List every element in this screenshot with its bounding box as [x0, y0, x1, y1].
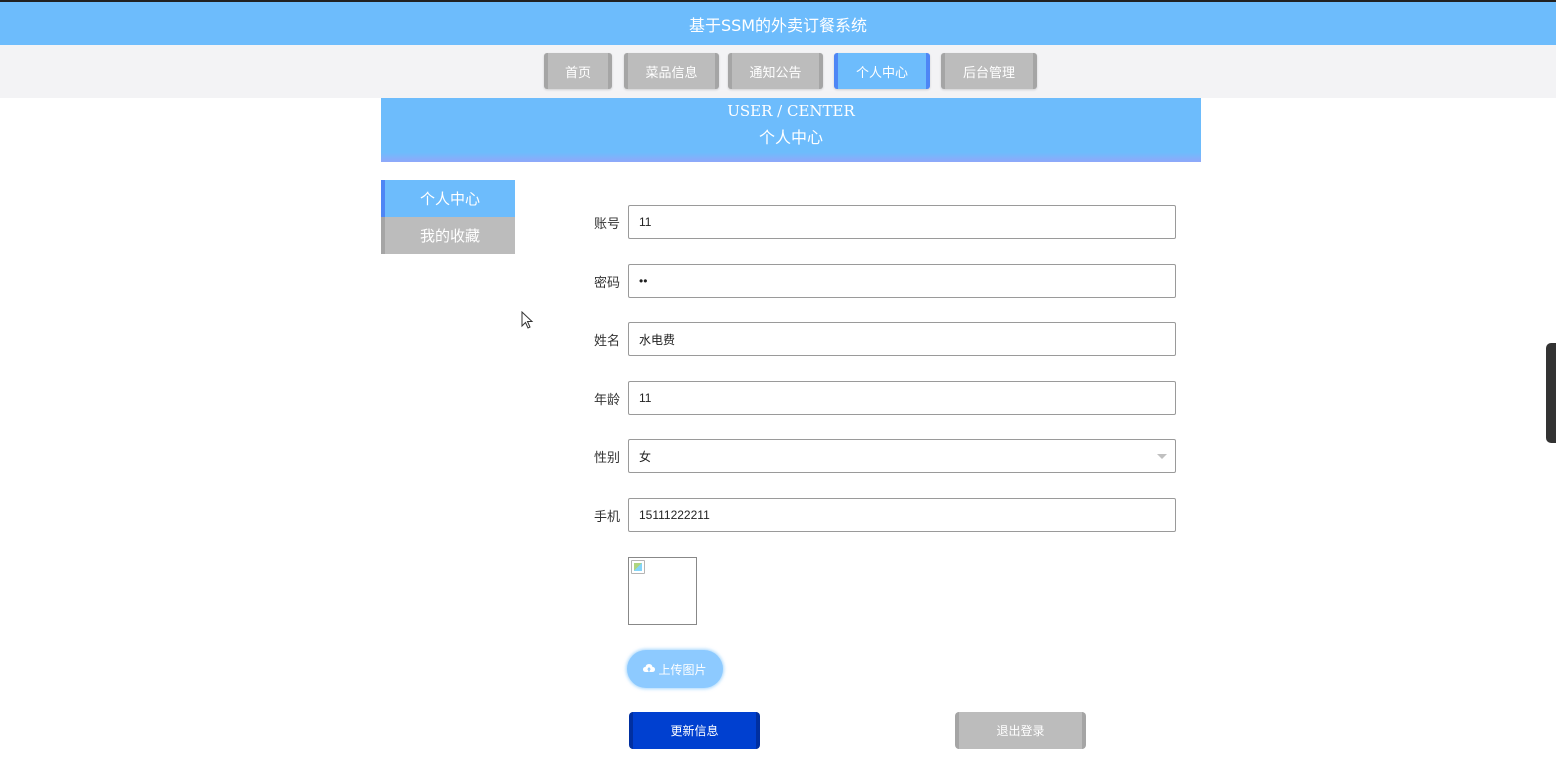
- name-input[interactable]: [639, 323, 1165, 355]
- site-title-bar: 基于SSM的外卖订餐系统: [0, 2, 1556, 45]
- nav-item-dishes[interactable]: 菜品信息: [624, 53, 719, 89]
- sidebar-item-label: 个人中心: [419, 190, 480, 208]
- upload-image-label: 上传图片: [658, 662, 707, 677]
- age-label: 年龄: [593, 392, 620, 408]
- name-label: 姓名: [593, 333, 620, 349]
- phone-label: 手机: [593, 509, 620, 525]
- nav-item-notices[interactable]: 通知公告: [728, 53, 823, 89]
- logout-button[interactable]: 退出登录: [955, 712, 1086, 749]
- age-input[interactable]: [639, 382, 1165, 414]
- gender-label: 性别: [593, 450, 620, 466]
- upload-image-button[interactable]: 上传图片: [627, 650, 723, 688]
- update-info-button[interactable]: 更新信息: [629, 712, 760, 749]
- password-label: 密码: [593, 275, 620, 291]
- nav-item-label: 首页: [564, 65, 591, 81]
- cloud-upload-icon: [643, 663, 656, 676]
- gender-selected-value: 女: [639, 449, 652, 464]
- nav-item-label: 后台管理: [962, 65, 1015, 81]
- sidebar-item-user-center[interactable]: 个人中心: [381, 180, 515, 217]
- account-input[interactable]: [639, 206, 1165, 238]
- nav-item-label: 个人中心: [855, 65, 908, 81]
- nav-item-home[interactable]: 首页: [544, 53, 612, 89]
- chevron-down-icon: [1157, 454, 1167, 459]
- age-field[interactable]: [628, 381, 1176, 415]
- broken-image-icon: [631, 560, 645, 574]
- nav-item-user-center[interactable]: 个人中心: [834, 53, 930, 89]
- banner-title-cn: 个人中心: [758, 128, 823, 147]
- avatar-preview: [628, 557, 697, 625]
- main-nav: 首页 菜品信息 通知公告 个人中心 后台管理: [0, 45, 1556, 98]
- phone-input[interactable]: [639, 499, 1165, 531]
- account-label: 账号: [593, 216, 620, 232]
- nav-item-admin[interactable]: 后台管理: [941, 53, 1037, 89]
- banner-title-en: USER / CENTER: [727, 102, 855, 120]
- site-title: 基于SSM的外卖订餐系统: [688, 15, 868, 35]
- password-input[interactable]: [639, 265, 1165, 297]
- scroll-handle[interactable]: [1546, 343, 1556, 443]
- nav-item-label: 通知公告: [749, 65, 802, 81]
- password-field[interactable]: [628, 264, 1176, 298]
- account-field[interactable]: [628, 205, 1176, 239]
- page-banner: USER / CENTER 个人中心: [381, 98, 1201, 162]
- mouse-cursor-icon: [521, 311, 534, 329]
- gender-select[interactable]: 女: [628, 439, 1176, 473]
- sidebar-item-favorites[interactable]: 我的收藏: [381, 217, 515, 254]
- sidebar-item-label: 我的收藏: [419, 227, 480, 245]
- phone-field[interactable]: [628, 498, 1176, 532]
- nav-item-label: 菜品信息: [645, 65, 698, 81]
- name-field[interactable]: [628, 322, 1176, 356]
- logout-label: 退出登录: [996, 724, 1045, 738]
- update-info-label: 更新信息: [670, 724, 719, 738]
